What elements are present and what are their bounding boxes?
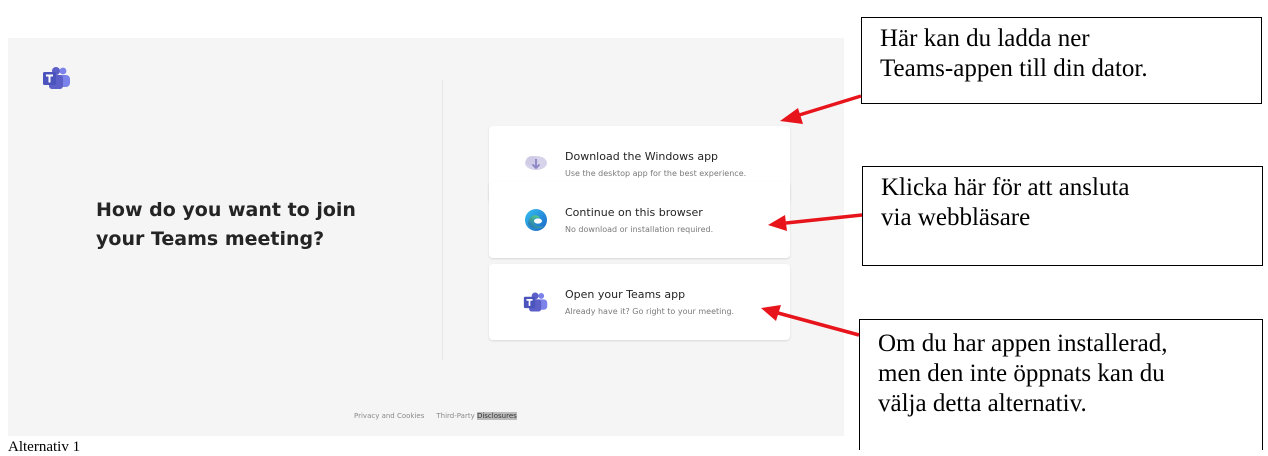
teams-icon: [523, 292, 548, 312]
open-teams-app-option[interactable]: Open your Teams app Already have it? Go …: [489, 264, 790, 340]
annotation-line: men den inte öppnats kan du: [878, 360, 1165, 387]
privacy-cookies-link[interactable]: Privacy and Cookies: [354, 412, 424, 420]
annotation-line: Teams-appen till din dator.: [880, 55, 1148, 82]
continue-on-browser-option[interactable]: Continue on this browser No download or …: [489, 182, 790, 258]
annotation-line: välja detta alternativ.: [878, 390, 1087, 417]
annotation-line: via webbläsare: [881, 204, 1031, 231]
option-subtitle: Already have it? Go right to your meetin…: [565, 307, 735, 316]
download-icon: [525, 156, 547, 170]
option-title: Open your Teams app: [565, 288, 686, 301]
vertical-divider: [442, 80, 443, 360]
caption: Alternativ 1: [8, 439, 81, 455]
option-subtitle: No download or installation required.: [565, 225, 714, 234]
teams-join-screen: How do you want to join your Teams meeti…: [8, 38, 844, 436]
annotation-browser: Klicka här för att ansluta via webbläsar…: [862, 166, 1263, 266]
annotation-line: Om du har appen installerad,: [878, 330, 1168, 357]
third-party-label: Third-Party: [436, 412, 475, 420]
edge-browser-icon: [525, 209, 547, 231]
annotation-teams-app: Om du har appen installerad, men den int…: [859, 319, 1263, 450]
annotation-download: Här kan du ladda ner Teams-appen till di…: [861, 17, 1262, 104]
page-title-line-1: How do you want to join: [96, 199, 356, 221]
footer-links: Privacy and Cookies Third-Party Disclosur…: [354, 412, 517, 420]
option-subtitle: Use the desktop app for the best experie…: [565, 169, 747, 178]
option-title: Download the Windows app: [565, 150, 719, 163]
option-title: Continue on this browser: [565, 206, 703, 219]
annotation-line: Klicka här för att ansluta: [881, 174, 1130, 201]
page-title: How do you want to join your Teams meeti…: [96, 196, 396, 254]
third-party-disclosures-link[interactable]: Third-Party Disclosures: [436, 412, 517, 420]
teams-logo-icon: [43, 67, 70, 89]
annotation-line: Här kan du ladda ner: [880, 25, 1090, 52]
disclosures-label: Disclosures: [476, 412, 517, 420]
page-title-line-2: your Teams meeting?: [96, 228, 325, 250]
